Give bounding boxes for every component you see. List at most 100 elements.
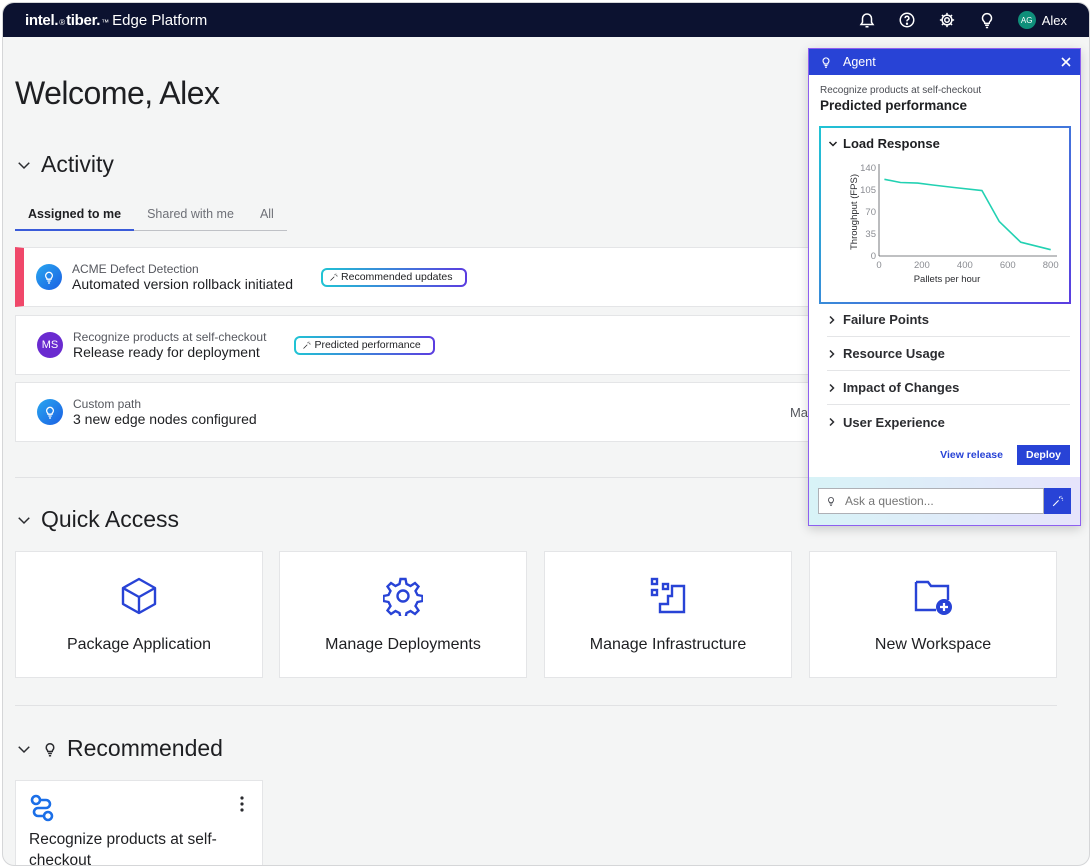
help-icon[interactable]	[898, 11, 916, 29]
load-response-accordion: Load Response 0 35 70 105 140 0 200 400 600 800 Pa…	[819, 126, 1071, 304]
pill-label: Recommended updates	[341, 271, 453, 283]
recommended-card[interactable]: Recognize products at self-checkout	[15, 780, 263, 866]
qa-label: Package Application	[66, 636, 212, 653]
activity-project: Recognize products at self-checkout	[73, 329, 267, 344]
gear-icon	[383, 577, 423, 616]
ask-question-input[interactable]	[845, 494, 1037, 508]
brand-product: Edge Platform	[112, 11, 208, 29]
activity-project: ACME Defect Detection	[72, 261, 199, 276]
pill-label: Predicted performance	[314, 339, 421, 351]
agent-panel: Agent Recognize products at self-checkou…	[808, 48, 1081, 526]
x-tick-label: 0	[876, 260, 881, 271]
recommended-section-toggle[interactable]: Recommended	[15, 735, 223, 762]
lightbulb-icon	[36, 264, 62, 290]
page-title: Welcome, Alex	[15, 75, 220, 111]
x-axis-label: Pallets per hour	[914, 274, 981, 285]
x-tick-label: 200	[914, 260, 930, 271]
ask-field	[818, 488, 1044, 514]
chevron-down-icon	[18, 161, 30, 169]
tab-assigned-to-me[interactable]: Assigned to me	[15, 203, 135, 231]
lightbulb-icon	[45, 742, 55, 756]
lightbulb-icon[interactable]	[978, 11, 996, 29]
accordion-label: User Experience	[843, 414, 945, 430]
x-tick-label: 800	[1043, 260, 1059, 271]
activity-title: Activity	[41, 151, 114, 177]
lightbulb-icon	[37, 399, 63, 425]
recommended-updates-pill[interactable]: Recommended updates	[321, 268, 467, 287]
impact-of-changes-toggle[interactable]: Impact of Changes	[827, 371, 1070, 405]
bell-icon[interactable]	[858, 11, 876, 29]
package-application-card[interactable]: Package Application	[15, 551, 263, 678]
chevron-right-icon	[829, 417, 835, 427]
infrastructure-icon	[650, 577, 686, 614]
brand-tiber: tiber.	[66, 11, 101, 29]
activity-message: Automated version rollback initiated	[72, 275, 294, 292]
user-menu[interactable]: AG Alex	[1017, 11, 1067, 29]
series-line	[884, 178, 1051, 251]
activity-item[interactable]: ACME Defect Detection Automated version …	[15, 247, 815, 307]
new-workspace-card[interactable]: New Workspace	[809, 551, 1057, 678]
accordion-label: Resource Usage	[843, 346, 945, 361]
lightbulb-icon	[822, 57, 830, 68]
activity-item[interactable]: Custom path 3 new edge nodes configured …	[15, 382, 815, 442]
folder-plus-icon	[914, 580, 952, 615]
chevron-down-icon	[828, 140, 838, 147]
activity-section-toggle[interactable]: Activity	[15, 151, 114, 178]
view-release-link[interactable]: View release	[940, 449, 1003, 461]
y-axis-label: Throughput (FPS)	[849, 174, 860, 250]
lightbulb-icon	[828, 497, 834, 506]
recommended-title: Recommended	[67, 735, 223, 761]
load-response-chart: 0 35 70 105 140 0 200 400 600 800 Pallets per hour…	[849, 163, 1059, 285]
avatar: MS	[37, 332, 63, 358]
recommended-card-title: Recognize products at self-checkout	[29, 831, 217, 866]
submit-question-button[interactable]	[1044, 488, 1071, 514]
gear-icon[interactable]	[938, 11, 956, 29]
brand-intel: intel.	[25, 11, 59, 29]
manage-deployments-card[interactable]: Manage Deployments	[279, 551, 527, 678]
app-window: intel. ® tiber. ™ Edge Platform AG Alex	[2, 2, 1090, 866]
qa-label: Manage Infrastructure	[589, 636, 747, 653]
qa-label: Manage Deployments	[325, 636, 481, 653]
brand-intel-mark: ®	[59, 17, 66, 27]
tab-shared-with-me[interactable]: Shared with me	[134, 203, 247, 231]
quick-access-section-toggle[interactable]: Quick Access	[15, 506, 179, 533]
load-response-toggle[interactable]: Load Response	[828, 136, 940, 151]
magic-wand-icon	[303, 340, 311, 349]
brand-tiber-mark: ™	[101, 17, 110, 27]
accordion-label: Load Response	[843, 136, 940, 151]
cube-icon	[121, 577, 157, 615]
x-tick-label: 600	[1000, 260, 1016, 271]
activity-message: 3 new edge nodes configured	[73, 410, 257, 427]
brand-logo[interactable]: intel. ® tiber. ™ Edge Platform	[25, 12, 207, 29]
agent-subtitle: Recognize products at self-checkout	[820, 85, 982, 96]
activity-item[interactable]: MS Recognize products at self-checkout R…	[15, 315, 815, 375]
deploy-button[interactable]: Deploy	[1016, 445, 1070, 465]
close-icon[interactable]	[1060, 56, 1072, 68]
resource-usage-toggle[interactable]: Resource Usage	[827, 337, 1070, 371]
manage-infrastructure-card[interactable]: Manage Infrastructure	[544, 551, 792, 678]
agent-header: Agent	[809, 49, 1080, 75]
user-name: Alex	[1041, 12, 1067, 28]
avatar: AG	[1017, 11, 1036, 29]
chevron-down-icon	[18, 516, 30, 524]
y-tick-label: 35	[865, 229, 876, 240]
y-tick-label: 140	[860, 163, 876, 174]
divider	[15, 705, 1057, 706]
agent-input-bar	[809, 477, 1080, 525]
magic-wand-icon	[1052, 495, 1064, 506]
activity-trail-text: Ma	[789, 404, 808, 420]
quick-access-title: Quick Access	[41, 506, 180, 532]
tab-all[interactable]: All	[247, 203, 287, 231]
kebab-menu-icon[interactable]	[238, 795, 246, 813]
y-tick-label: 0	[871, 251, 876, 262]
accordion-label: Failure Points	[843, 312, 929, 327]
user-experience-toggle[interactable]: User Experience	[827, 405, 1070, 439]
chevron-down-icon	[18, 745, 30, 753]
qa-label: New Workspace	[874, 636, 992, 653]
failure-points-toggle[interactable]: Failure Points	[827, 303, 1070, 337]
chevron-right-icon	[829, 315, 835, 324]
y-tick-label: 105	[860, 185, 876, 196]
predicted-performance-pill[interactable]: Predicted performance	[294, 336, 434, 355]
y-tick-label: 70	[865, 207, 876, 218]
path-icon	[30, 794, 54, 822]
